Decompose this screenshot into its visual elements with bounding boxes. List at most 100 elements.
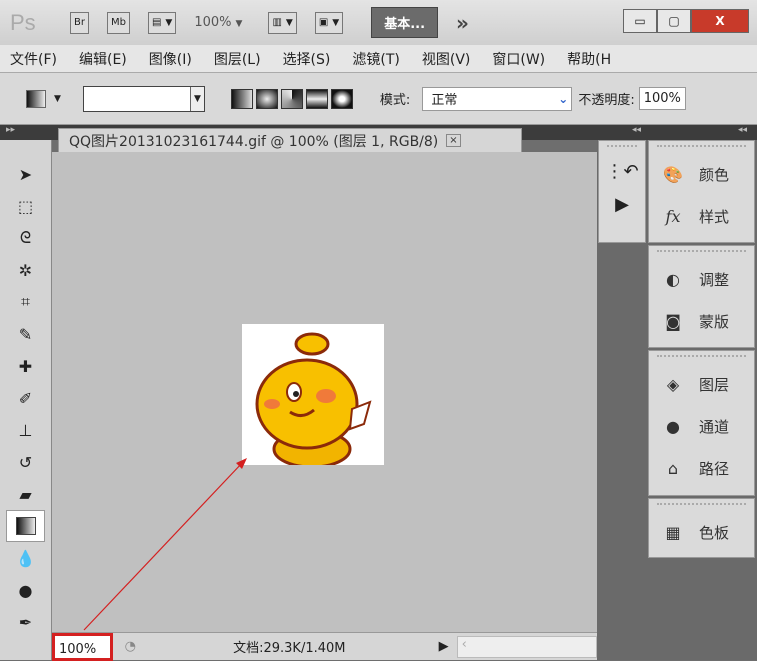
menu-window[interactable]: 窗口(W): [492, 49, 545, 69]
collapse-panels-icon[interactable]: ◂◂: [738, 125, 747, 135]
gradient-picker[interactable]: ▼: [82, 85, 205, 112]
move-tool[interactable]: ➤: [0, 158, 51, 190]
layers-icon: ◈: [666, 374, 680, 394]
horizontal-scrollbar[interactable]: ‹: [456, 635, 597, 658]
panel-group-color: 🎨 颜色 fx 样式: [648, 140, 755, 243]
status-bar: 100% ◔ 文档:29.3K/1.40M ▶ ‹: [52, 632, 597, 661]
options-bar: ▼ ▼ 模式: 正常 ⌄ 不透明度: 100%: [0, 73, 757, 125]
linear-gradient-button[interactable]: [230, 88, 253, 109]
menu-edit[interactable]: 编辑(E): [79, 49, 127, 69]
pen-tool[interactable]: ✒: [0, 606, 51, 638]
menu-file[interactable]: 文件(F): [10, 49, 57, 69]
channels-icon: ●: [666, 416, 680, 436]
document-tab[interactable]: QQ图片20131023161744.gif @ 100% (图层 1, RGB…: [58, 128, 522, 152]
zoom-level-dropdown[interactable]: 100% ▼: [194, 15, 242, 30]
dodge-tool[interactable]: ●: [0, 574, 51, 606]
view-extras-button[interactable]: ▤ ▼: [147, 11, 177, 34]
expand-toolbar-icon[interactable]: ▸▸: [6, 125, 15, 135]
mini-bridge-button[interactable]: Mb: [106, 11, 130, 34]
toolbar: ➤ ⬚ ᘓ ✲ ⌗ ✎ ✚ ✐ ⊥ ↺ ▰ 💧 ● ✒: [0, 140, 52, 660]
brush-tool[interactable]: ✐: [0, 382, 51, 414]
panel-label: 通道: [699, 417, 730, 436]
paths-icon: ⌂: [667, 458, 679, 478]
panel-channels[interactable]: ● 通道: [649, 405, 754, 447]
minimize-button[interactable]: ▭: [623, 9, 657, 33]
panel-label: 路径: [699, 459, 730, 478]
panel-label: 调整: [699, 270, 730, 289]
eyedropper-tool[interactable]: ✎: [0, 318, 51, 350]
blur-tool[interactable]: 💧: [0, 542, 51, 574]
menu-filter[interactable]: 滤镜(T): [352, 49, 399, 69]
eraser-tool[interactable]: ▰: [0, 478, 51, 510]
document-size: 文档:29.3K/1.40M: [233, 641, 346, 656]
panel-color[interactable]: 🎨 颜色: [649, 153, 754, 195]
fx-icon: fx: [665, 206, 681, 226]
close-document-icon[interactable]: ×: [446, 134, 461, 147]
panel-swatches[interactable]: ▦ 色板: [649, 511, 754, 553]
panel-dock: ⋮↶ ▶ 🎨 颜色 fx 样式 ◐ 调整 ◙ 蒙版 ◈ 图层 ● 通道 ⌂ 路径 ▦ 色板: [597, 140, 757, 660]
screen-mode-button[interactable]: ▣ ▼: [314, 11, 344, 34]
menu-select[interactable]: 选择(S): [283, 49, 331, 69]
tool-preset-picker[interactable]: [26, 89, 46, 108]
opacity-input[interactable]: 100%: [638, 87, 686, 110]
panel-adjustments[interactable]: ◐ 调整: [649, 258, 754, 300]
panel-label: 样式: [699, 207, 730, 226]
adjust-icon: ◐: [666, 269, 680, 289]
reflected-gradient-button[interactable]: [305, 88, 328, 109]
mode-label: 模式:: [379, 93, 411, 108]
radial-gradient-button[interactable]: [255, 88, 278, 109]
mode-value: 正常: [431, 93, 458, 108]
status-info-icon[interactable]: ◔: [125, 639, 136, 654]
chevron-down-icon: ⌄: [558, 91, 569, 106]
angle-gradient-button[interactable]: [280, 88, 303, 109]
swatches-icon: ▦: [665, 522, 681, 542]
panel-label: 图层: [699, 375, 730, 394]
palette-icon: 🎨: [663, 164, 683, 184]
opacity-label: 不透明度:: [578, 93, 635, 108]
more-workspaces-button[interactable]: »: [456, 11, 469, 35]
crop-tool[interactable]: ⌗: [0, 286, 51, 318]
mode-select[interactable]: 正常 ⌄: [422, 86, 573, 111]
panel-group-swatches: ▦ 色板: [648, 498, 755, 558]
healing-brush-tool[interactable]: ✚: [0, 350, 51, 382]
lasso-tool[interactable]: ᘓ: [0, 222, 51, 254]
arrange-documents-button[interactable]: ▥ ▼: [268, 11, 297, 34]
diamond-gradient-button[interactable]: [330, 88, 353, 109]
close-button[interactable]: X: [691, 9, 749, 33]
panel-group-layers: ◈ 图层 ● 通道 ⌂ 路径: [648, 350, 755, 496]
restore-button[interactable]: ▢: [657, 9, 691, 33]
panel-paths[interactable]: ⌂ 路径: [649, 447, 754, 489]
workspace-button[interactable]: 基本...: [371, 7, 439, 38]
collapse-iconcol-icon[interactable]: ◂◂: [632, 125, 641, 135]
status-menu-arrow[interactable]: ▶: [439, 639, 449, 654]
bridge-button[interactable]: Br: [70, 11, 89, 34]
panel-icon-column: ⋮↶ ▶: [598, 140, 646, 243]
zoom-field[interactable]: 100%: [52, 632, 113, 661]
gradient-dropdown-icon[interactable]: ▼: [189, 86, 204, 111]
document-title: QQ图片20131023161744.gif @ 100% (图层 1, RGB…: [69, 133, 439, 150]
panel-label: 色板: [699, 523, 730, 542]
title-bar: Ps Br Mb ▤ ▼ 100% ▼ ▥ ▼ ▣ ▼ 基本... » ▭ ▢ X: [0, 0, 757, 45]
history-brush-tool[interactable]: ↺: [0, 446, 51, 478]
menu-layer[interactable]: 图层(L): [214, 49, 261, 69]
panel-label: 颜色: [699, 165, 730, 184]
mascot-image: [255, 332, 372, 469]
actions-icon[interactable]: ▶: [599, 194, 645, 215]
mask-icon: ◙: [665, 311, 681, 331]
magic-wand-tool[interactable]: ✲: [0, 254, 51, 286]
clone-stamp-tool[interactable]: ⊥: [0, 414, 51, 446]
marquee-tool[interactable]: ⬚: [0, 190, 51, 222]
document-image: [242, 324, 384, 469]
panel-layers[interactable]: ◈ 图层: [649, 363, 754, 405]
panel-label: 蒙版: [699, 312, 730, 331]
panel-styles[interactable]: fx 样式: [649, 195, 754, 237]
menu-bar: 文件(F) 编辑(E) 图像(I) 图层(L) 选择(S) 滤镜(T) 视图(V…: [0, 45, 757, 73]
ps-logo: Ps: [10, 9, 36, 35]
panel-group-adjust: ◐ 调整 ◙ 蒙版: [648, 245, 755, 348]
panel-masks[interactable]: ◙ 蒙版: [649, 300, 754, 342]
menu-view[interactable]: 视图(V): [422, 49, 471, 69]
gradient-tool[interactable]: [6, 510, 45, 542]
menu-help[interactable]: 帮助(H: [567, 49, 611, 69]
history-icon[interactable]: ⋮↶: [599, 161, 645, 182]
menu-image[interactable]: 图像(I): [149, 49, 192, 69]
